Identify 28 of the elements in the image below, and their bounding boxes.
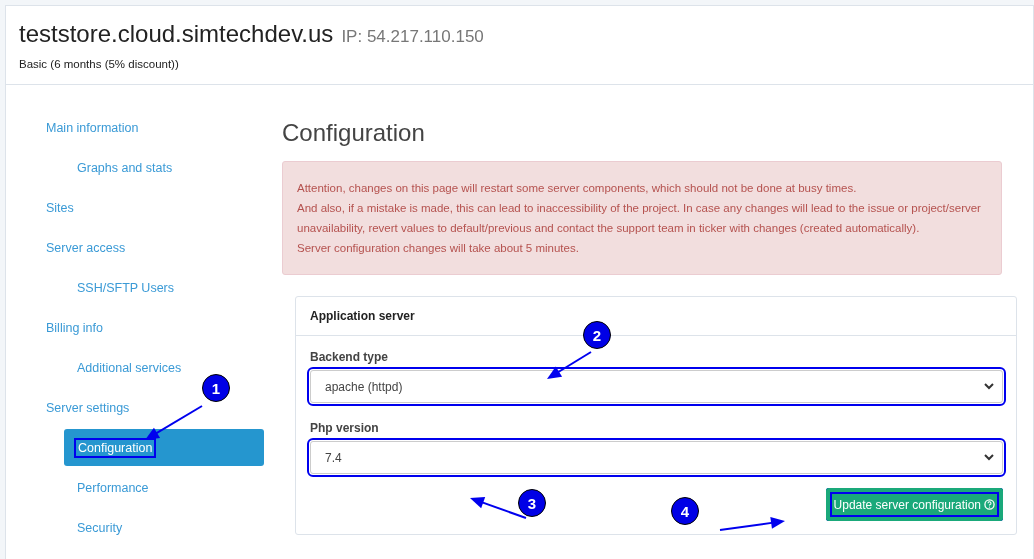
arrow [547, 351, 592, 379]
sidebar-item[interactable]: Server access [46, 229, 246, 266]
sidebar-item[interactable]: Security [64, 509, 264, 546]
sidebar-item[interactable]: Performance [64, 469, 264, 506]
chevron-down-icon [984, 383, 994, 390]
page-title: Configuration [282, 119, 426, 147]
sidebar-item[interactable]: Main information [46, 109, 246, 146]
sidebar-item[interactable]: SSH/SFTP Users [64, 269, 264, 306]
update-button[interactable]: Update server configuration [825, 488, 1003, 521]
select-field[interactable]: apache (httpd) [310, 370, 1003, 403]
sidebar-item[interactable]: Sites [46, 189, 246, 226]
ip-address: IP: 54.217.110.150 [341, 27, 484, 46]
sidebar-item[interactable]: Billing info [46, 309, 246, 346]
alert-text: Server configuration changes will take about 5 minutes. [297, 241, 580, 256]
alert-text: Attention, changes on this page will restart some server components, which should not be done at busy times. [297, 181, 858, 196]
field-label: Backend type [310, 350, 390, 364]
select-field[interactable]: 7.4 [310, 441, 1003, 474]
help-icon [984, 499, 995, 510]
alert-text: And also, if a mistake is made, this can lead to inaccessibility of the project. In case any changes will lead to the issue or project/server unavailability, revert values to default/previous and contact the support team in ticker with changes (created automatically). [297, 201, 982, 236]
plan-text: Basic (6 months (5% discount)) [19, 58, 180, 70]
arrow [719, 517, 785, 531]
sidebar-item[interactable]: Graphs and stats [64, 149, 264, 186]
field-label: Php version [310, 421, 380, 435]
server-domain: teststore.cloud.simtechdev.us [19, 20, 334, 47]
chevron-down-icon [984, 454, 994, 461]
sidebar-item[interactable]: Configuration [64, 429, 264, 466]
arrow [470, 497, 527, 519]
arrow [145, 405, 203, 440]
